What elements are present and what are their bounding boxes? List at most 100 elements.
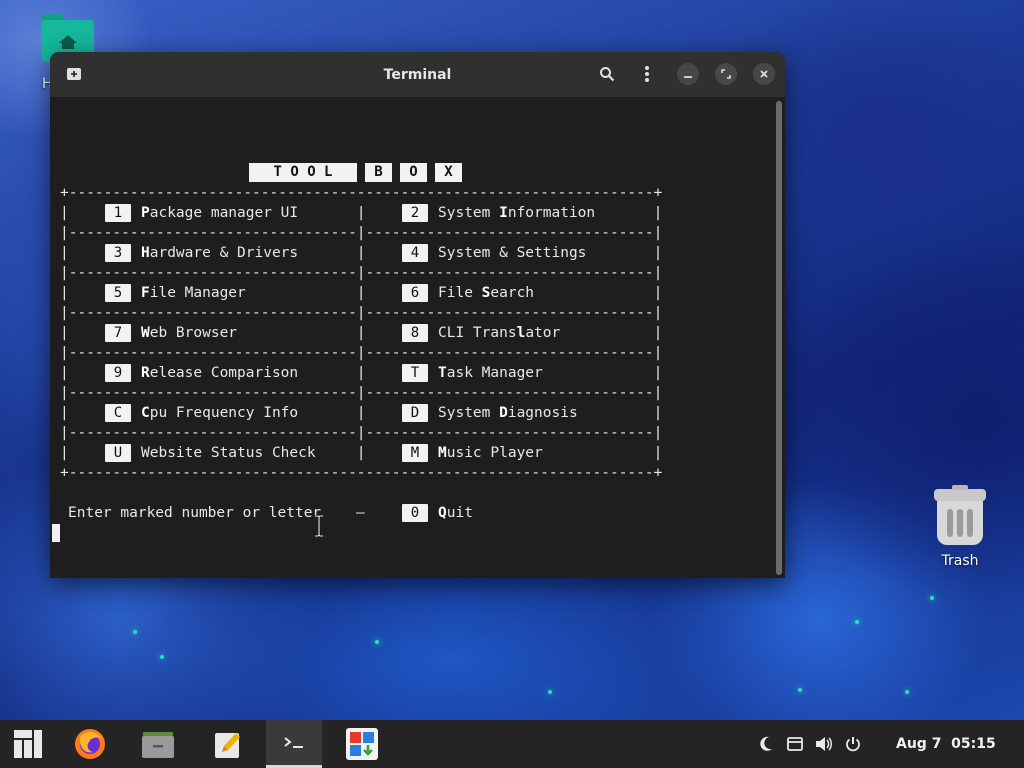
wallpaper-sparkle [930,596,934,600]
table-border-mid: |---------------------------------|-----… [60,305,663,321]
menu-option-rest: ardware & Drivers [149,245,299,261]
close-icon[interactable] [753,63,775,85]
menu-option-label: Package manager UI [141,203,298,223]
menu-option-prefix: File [438,285,482,301]
menu-option: C Cpu Frequency Info [105,403,298,423]
table-border-mid: |---------------------------------|-----… [60,385,663,401]
menu-option: 7 Web Browser [105,323,237,343]
text-editor-icon[interactable] [200,720,256,768]
maximize-icon[interactable] [715,63,737,85]
menu-option-label: Release Comparison [141,363,298,383]
menu-option-rest: eb Browser [149,325,238,341]
menu-option-key: 9 [105,364,131,382]
quit-rest: uit [446,505,473,521]
menu-option-key: U [105,444,131,462]
menu-option-rest: ile Manager [149,285,246,301]
software-center-icon[interactable] [334,720,390,768]
terminal-icon[interactable] [266,720,322,768]
table-border-mid: |---------------------------------|-----… [60,345,663,361]
wallpaper-sparkle [375,640,379,644]
menu-option-label: CLI Translator [438,323,560,343]
prompt-dash: – [356,505,365,521]
minimize-icon[interactable] [677,63,699,85]
terminal-output[interactable]: T O O L B O X +-------------------------… [50,97,785,578]
toolbox-heading: T O O L B O X [249,163,470,182]
ibeam-cursor-icon [315,515,323,537]
menu-option-label: Web Browser [141,323,237,343]
volume-icon[interactable] [814,720,834,768]
window-title: Terminal [383,66,452,83]
menu-option: 3 Hardware & Drivers [105,243,298,263]
table-border-mid: |---------------------------------|-----… [60,425,663,441]
taskbar: Aug 7 05:15 [0,720,1024,768]
desktop-trash[interactable]: Trash [920,485,1000,569]
quit-option: 0 Quit [402,503,473,523]
menu-option: 6 File Search [402,283,534,303]
firefox-icon[interactable] [62,720,118,768]
menu-option-key: M [402,444,428,462]
menu-option: U Website Status Check [105,443,316,463]
menu-option-rest: usic Player [446,445,543,461]
table-border-mid: |---------------------------------|-----… [60,265,663,281]
menu-option-label: System Diagnosis [438,403,578,423]
menu-option-hotkey-letter: I [499,205,508,221]
menu-option-rest: nformation [507,205,596,221]
heading-x: X [435,163,462,182]
table-border-mid: |---------------------------------|-----… [60,225,663,241]
clipboard-icon[interactable] [785,720,805,768]
menu-option-key: T [402,364,428,382]
menu-option-key: D [402,404,428,422]
trash-label: Trash [941,553,979,569]
quit-first: Q [438,505,447,521]
night-light-icon[interactable] [756,720,776,768]
menu-option: 5 File Manager [105,283,246,303]
menu-option-rest: pu Frequency Info [149,405,299,421]
menu-option-hotkey-letter: C [141,405,150,421]
terminal-scrollbar[interactable] [776,101,782,575]
menu-option-rest: ackage manager UI [149,205,299,221]
window-titlebar[interactable]: Terminal [50,52,785,97]
manjaro-menu-icon[interactable] [0,720,56,768]
search-icon[interactable] [595,62,619,86]
files-icon[interactable] [130,720,186,768]
menu-option-label: Music Player [438,443,543,463]
quit-key: 0 [402,504,428,522]
menu-icon[interactable] [635,62,659,86]
menu-option-key: 8 [402,324,428,342]
menu-option-label: Hardware & Drivers [141,243,298,263]
wallpaper-sparkle [548,690,552,694]
heading-tool: T O O L [249,163,357,182]
menu-option: M Music Player [402,443,543,463]
terminal-window[interactable]: Terminal T O O L B O X +----------------… [50,52,785,578]
menu-option-prefix: System [438,205,500,221]
trash-icon [932,485,988,547]
menu-option: 2 System Information [402,203,595,223]
wallpaper-sparkle [905,690,909,694]
menu-option: D System Diagnosis [402,403,578,423]
menu-option-prefix: System [438,405,500,421]
new-tab-icon[interactable] [62,62,86,86]
menu-option-rest: elease Comparison [149,365,299,381]
menu-option-rest: earch [490,285,535,301]
menu-option-rest: ator [525,325,561,341]
menu-option-label: File Manager [141,283,246,303]
menu-option-prefix: CLI Trans [438,325,517,341]
menu-option-key: 5 [105,284,131,302]
menu-option-label: File Search [438,283,534,303]
table-border-top: +---------------------------------------… [60,185,663,201]
heading-o: O [400,163,427,182]
wallpaper-sparkle [855,620,859,624]
menu-option-hotkey-letter: l [516,325,526,341]
menu-option-hotkey-letter: R [141,365,150,381]
heading-b: B [365,163,392,182]
wallpaper-sparkle [798,688,802,692]
menu-option-hotkey-letter: T [438,365,447,381]
prompt-text: Enter marked number or letter [68,505,322,521]
text-cursor [52,524,60,542]
menu-option: T Task Manager [402,363,543,383]
wallpaper-sparkle [133,630,137,634]
menu-option-rest: iagnosis [507,405,578,421]
clock[interactable]: Aug 7 05:15 [896,720,996,768]
menu-option-hotkey-letter: D [499,405,508,421]
power-icon[interactable] [843,720,863,768]
